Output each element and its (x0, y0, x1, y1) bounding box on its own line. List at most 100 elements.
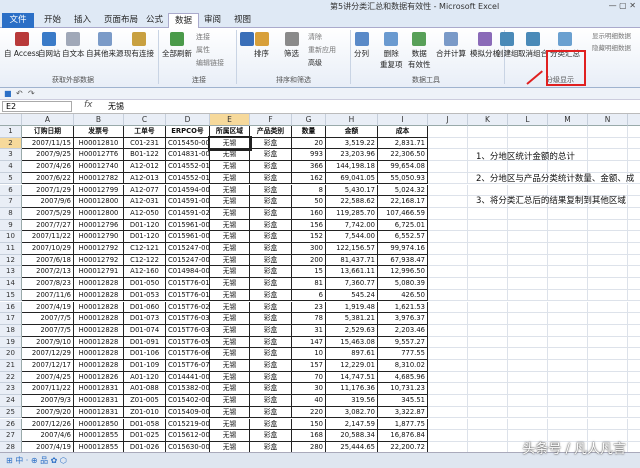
table-cell[interactable]: 2007/9/6 (22, 196, 74, 208)
table-cell[interactable]: 彩盒 (250, 336, 292, 349)
table-cell[interactable]: 6,725.01 (378, 219, 428, 232)
empty-cell[interactable] (428, 207, 468, 220)
table-cell[interactable]: 彩盒 (250, 172, 292, 185)
properties-link[interactable]: 属性 (196, 45, 210, 55)
table-cell[interactable]: 2007/12/26 (22, 418, 74, 431)
row-header-22[interactable]: 22 (0, 371, 22, 384)
table-cell[interactable]: 无锡 (210, 161, 250, 173)
tab-file[interactable]: 文件 (2, 13, 34, 28)
tab-view[interactable]: 视图 (228, 13, 257, 28)
table-cell[interactable]: 22,588.62 (326, 196, 378, 208)
table-cell[interactable]: 1,877.75 (378, 418, 428, 431)
table-cell[interactable]: C014552-012 (166, 161, 210, 173)
empty-cell[interactable] (508, 336, 548, 349)
empty-cell[interactable] (508, 406, 548, 419)
column-header-d[interactable]: D (166, 114, 210, 126)
table-cell[interactable]: 无锡 (210, 196, 250, 208)
table-cell[interactable]: 81 (292, 278, 326, 290)
empty-cell[interactable] (428, 184, 468, 197)
table-cell[interactable]: H00012828 (74, 336, 124, 349)
empty-cell[interactable] (588, 289, 628, 302)
empty-cell[interactable] (428, 360, 468, 372)
table-cell[interactable]: 99,654.08 (378, 161, 428, 173)
table-cell[interactable]: 2007/11/6 (22, 289, 74, 302)
empty-cell[interactable] (628, 348, 640, 360)
table-cell[interactable]: C015T76-035 (166, 313, 210, 325)
table-cell[interactable]: 2007/7/5 (22, 313, 74, 325)
save-icon[interactable]: ■ (4, 89, 12, 98)
empty-cell[interactable] (468, 254, 508, 267)
table-cell[interactable]: 122,156.57 (326, 243, 378, 255)
empty-cell[interactable] (428, 243, 468, 255)
table-cell[interactable]: 2007/4/26 (22, 161, 74, 173)
table-cell[interactable]: 2007/4/19 (22, 301, 74, 314)
empty-cell[interactable] (428, 137, 468, 150)
empty-cell[interactable] (548, 231, 588, 243)
empty-cell[interactable] (628, 360, 640, 372)
table-cell[interactable]: 50 (292, 196, 326, 208)
table-cell[interactable]: D01-053 (124, 289, 166, 302)
empty-cell[interactable] (428, 149, 468, 162)
row-header-7[interactable]: 7 (0, 196, 22, 208)
table-cell[interactable]: 彩盒 (250, 196, 292, 208)
table-cell[interactable]: C015T76-022 (166, 301, 210, 314)
row-header-6[interactable]: 6 (0, 184, 22, 197)
from-access-button[interactable]: 自 Access (4, 32, 40, 59)
table-cell[interactable]: C015219-002 (166, 418, 210, 431)
table-cell[interactable]: 无锡 (210, 231, 250, 243)
row-header-21[interactable]: 21 (0, 360, 22, 372)
table-cell[interactable]: 5,080.39 (378, 278, 428, 290)
empty-cell[interactable] (468, 360, 508, 372)
table-cell[interactable]: 无锡 (210, 418, 250, 431)
table-cell[interactable]: 22,168.17 (378, 196, 428, 208)
empty-cell[interactable] (628, 337, 640, 349)
empty-cell[interactable] (428, 371, 468, 384)
table-cell[interactable]: 无锡 (210, 395, 250, 407)
table-cell[interactable]: 11,176.36 (326, 383, 378, 396)
row-header-14[interactable]: 14 (0, 278, 22, 290)
table-cell[interactable]: C015247-008 (166, 254, 210, 267)
empty-cell[interactable] (508, 219, 548, 232)
table-cell[interactable]: D01-050 (124, 278, 166, 290)
table-cell[interactable]: A12-160 (124, 266, 166, 279)
table-cell[interactable]: 777.55 (378, 348, 428, 360)
empty-cell[interactable] (628, 231, 640, 243)
table-cell[interactable]: C12-122 (124, 254, 166, 267)
row-header-10[interactable]: 10 (0, 231, 22, 243)
table-header-cell[interactable]: 成本 (378, 126, 428, 138)
table-cell[interactable]: B01-122 (124, 149, 166, 162)
table-cell[interactable]: H00012796 (74, 219, 124, 232)
table-cell[interactable]: A12-012 (124, 161, 166, 173)
reapply-link[interactable]: 重新应用 (308, 45, 336, 55)
empty-cell[interactable] (508, 278, 548, 290)
table-cell[interactable]: C015T76-036 (166, 324, 210, 337)
empty-cell[interactable] (508, 324, 548, 337)
table-cell[interactable]: H00012782 (74, 172, 124, 185)
table-cell[interactable]: 3,322.87 (378, 406, 428, 419)
table-header-cell[interactable]: 发票号 (74, 126, 124, 138)
empty-cell[interactable] (548, 137, 588, 150)
table-cell[interactable]: 13,661.11 (326, 266, 378, 279)
empty-cell[interactable] (468, 219, 508, 232)
empty-cell[interactable] (468, 126, 508, 138)
row-header-27[interactable]: 27 (0, 430, 22, 442)
table-cell[interactable]: H000127T6 (74, 149, 124, 162)
filter-button[interactable]: 筛选 (284, 32, 299, 59)
column-header-b[interactable]: B (74, 114, 124, 126)
table-cell[interactable]: 无锡 (210, 313, 250, 325)
table-header-cell[interactable]: 产品类别 (250, 126, 292, 138)
empty-cell[interactable] (548, 207, 588, 220)
empty-cell[interactable] (428, 278, 468, 290)
empty-cell[interactable] (628, 325, 640, 337)
table-cell[interactable]: 彩盒 (250, 395, 292, 407)
table-cell[interactable]: 无锡 (210, 301, 250, 314)
select-all-corner[interactable] (0, 114, 22, 126)
table-cell[interactable]: 无锡 (210, 430, 250, 442)
empty-cell[interactable] (628, 290, 640, 302)
empty-cell[interactable] (468, 371, 508, 384)
table-cell[interactable]: 2007/12/17 (22, 360, 74, 372)
table-cell[interactable]: 12,996.50 (378, 266, 428, 279)
row-header-24[interactable]: 24 (0, 395, 22, 407)
table-cell[interactable]: 40 (292, 395, 326, 407)
text-to-columns-button[interactable]: 分列 (354, 32, 369, 59)
